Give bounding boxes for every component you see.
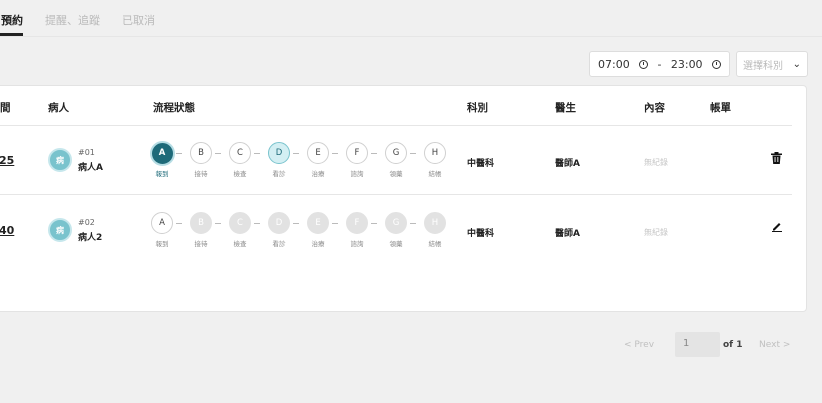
step-label: 諮詢 (350, 170, 364, 178)
table-row[interactable]: 40 病 #02 病人2 A 報到 B 接待 C 檢查 D 看診 E 治療 F 諮詢 G 領藥 H 結帳 中醫… (0, 196, 806, 264)
header-bill: 帳單 (710, 102, 731, 114)
step-node-h[interactable]: H (424, 212, 446, 234)
department-select-placeholder: 選擇科別 (743, 60, 783, 72)
step-label: 檢查 (233, 240, 247, 248)
step-label: 接待 (194, 170, 208, 178)
time-separator: - (657, 57, 662, 71)
patient-name: 病人A (78, 163, 103, 173)
header-content: 內容 (644, 102, 665, 114)
time-start[interactable]: 07:00 (598, 58, 630, 71)
step-label: 報到 (155, 170, 169, 178)
prev-page-button[interactable]: < Prev (624, 340, 654, 350)
page-number-input[interactable]: 1 (675, 332, 720, 357)
step-connector (332, 223, 338, 224)
step-connector (176, 153, 182, 154)
tab-divider (0, 36, 822, 37)
appointment-time[interactable]: 25 (0, 154, 14, 167)
step-label: 諮詢 (350, 240, 364, 248)
step-node-f[interactable]: F (346, 212, 368, 234)
step-label: 看診 (272, 240, 286, 248)
step-label: 檢查 (233, 170, 247, 178)
step-node-f[interactable]: F (346, 142, 368, 164)
clock-icon (711, 59, 721, 69)
step-node-e[interactable]: E (307, 142, 329, 164)
pagination: < Prev 1 of 1 Next > (624, 332, 804, 357)
step-connector (254, 153, 260, 154)
step-connector (215, 223, 221, 224)
step-node-a[interactable]: A (149, 140, 175, 166)
step-connector (254, 223, 260, 224)
trash-icon[interactable] (771, 152, 782, 167)
step-label: 看診 (272, 170, 286, 178)
header-department: 科別 (467, 102, 488, 114)
patient-number: #01 (78, 148, 95, 157)
step-node-g[interactable]: G (385, 212, 407, 234)
step-label: 結帳 (428, 170, 442, 178)
step-node-b[interactable]: B (190, 142, 212, 164)
doctor-cell: 醫師A (555, 159, 580, 169)
step-node-d[interactable]: D (268, 212, 290, 234)
table-row[interactable]: 25 病 #01 病人A A 報到 B 接待 C 檢查 D 看診 E 治療 F 諮詢 G 領藥 H 結帳 中醫… (0, 126, 806, 194)
step-connector (371, 223, 377, 224)
step-label: 治療 (311, 240, 325, 248)
edit-icon[interactable] (772, 221, 782, 235)
tab-cancelled[interactable]: 已取消 (122, 12, 155, 36)
step-connector (215, 153, 221, 154)
patient-name: 病人2 (78, 233, 103, 243)
step-label: 治療 (311, 170, 325, 178)
step-node-c[interactable]: C (229, 212, 251, 234)
step-label: 領藥 (389, 240, 403, 248)
step-label: 結帳 (428, 240, 442, 248)
tab-bar: 日預約 提醒、追蹤 已取消 (0, 0, 177, 36)
filter-bar: 07:00 - 23:00 選擇科別 ⌄ (589, 51, 808, 77)
step-connector (293, 223, 299, 224)
time-range-picker[interactable]: 07:00 - 23:00 (589, 51, 730, 77)
tab-today-appointments[interactable]: 日預約 (0, 12, 23, 36)
appointment-time[interactable]: 40 (0, 224, 14, 237)
step-node-c[interactable]: C (229, 142, 251, 164)
next-page-button[interactable]: Next > (759, 340, 790, 350)
step-node-g[interactable]: G (385, 142, 407, 164)
step-label: 領藥 (389, 170, 403, 178)
step-node-d[interactable]: D (268, 142, 290, 164)
step-node-b[interactable]: B (190, 212, 212, 234)
header-time: 間 (0, 102, 11, 114)
chevron-down-icon: ⌄ (792, 58, 801, 70)
patient-number: #02 (78, 218, 95, 227)
step-connector (371, 153, 377, 154)
department-select[interactable]: 選擇科別 ⌄ (736, 51, 808, 77)
content-cell: 無紀錄 (644, 158, 668, 167)
step-connector (332, 153, 338, 154)
step-node-a[interactable]: A (151, 212, 173, 234)
content-cell: 無紀錄 (644, 228, 668, 237)
header-flow-status: 流程狀態 (153, 102, 195, 114)
header-doctor: 醫生 (555, 102, 576, 114)
step-connector (410, 153, 416, 154)
appointments-table: 間 病人 流程狀態 科別 醫生 內容 帳單 25 病 #01 病人A A 報到 B 接… (0, 85, 807, 312)
step-node-e[interactable]: E (307, 212, 329, 234)
step-connector (176, 223, 182, 224)
tab-reminders[interactable]: 提醒、追蹤 (45, 12, 100, 36)
step-connector (410, 223, 416, 224)
step-label: 報到 (155, 240, 169, 248)
department-cell: 中醫科 (467, 159, 495, 169)
header-patient: 病人 (48, 102, 69, 114)
row-divider (0, 194, 792, 195)
step-label: 接待 (194, 240, 208, 248)
doctor-cell: 醫師A (555, 229, 580, 239)
clock-icon (639, 59, 649, 69)
avatar: 病 (48, 148, 72, 172)
avatar: 病 (48, 218, 72, 242)
page-count-label: of 1 (723, 340, 743, 350)
step-node-h[interactable]: H (424, 142, 446, 164)
time-end[interactable]: 23:00 (671, 58, 703, 71)
department-cell: 中醫科 (467, 229, 495, 239)
step-connector (293, 153, 299, 154)
